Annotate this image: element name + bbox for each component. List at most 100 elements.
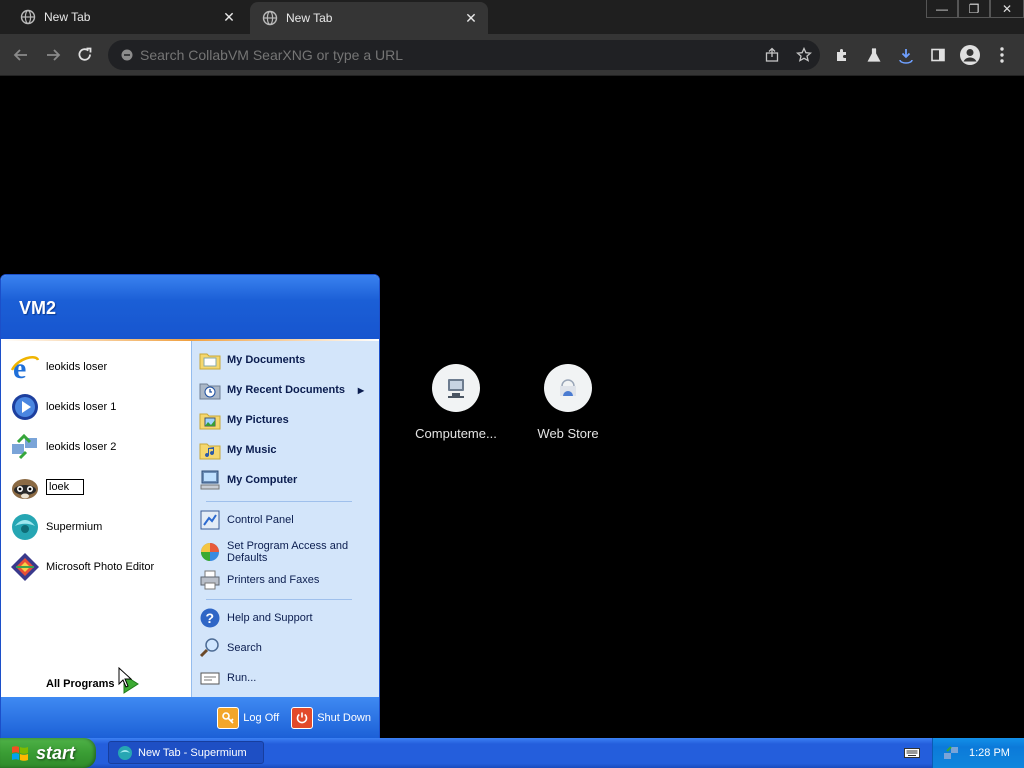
power-icon (291, 707, 314, 729)
shortcut-label: Web Store (537, 426, 599, 441)
forward-icon[interactable] (40, 42, 66, 68)
taskbar-item-supermium[interactable]: New Tab - Supermium (108, 741, 264, 764)
item-label: Run... (227, 672, 257, 684)
tab-2-close-icon[interactable]: ✕ (462, 9, 480, 27)
log-off-button[interactable]: Log Off (217, 707, 279, 729)
tab-1-close-icon[interactable]: ✕ (220, 8, 238, 26)
share-icon[interactable] (756, 40, 788, 70)
profile-avatar-icon[interactable] (958, 43, 982, 67)
program-label: leokids loser 2 (46, 441, 117, 453)
network-icon[interactable] (943, 745, 959, 761)
close-window-icon[interactable]: ✕ (990, 0, 1024, 18)
shortcut-label: Computeme... (415, 426, 497, 441)
taskbar: start New Tab - Supermium 1:28 PM (0, 738, 1024, 768)
supermium-icon (118, 745, 132, 760)
svg-text:?: ? (206, 610, 215, 626)
tab-1-title: New Tab (44, 10, 91, 24)
folder-documents-icon (198, 348, 222, 372)
tab-1[interactable]: New Tab ✕ (8, 0, 246, 34)
shortcut-web-store[interactable]: Web Store (513, 364, 623, 441)
places-pane: My Documents My Recent Documents ▶ My Pi… (191, 341, 379, 699)
address-input[interactable] (140, 47, 756, 63)
place-my-pictures[interactable]: My Pictures (198, 407, 374, 433)
start-menu-header: VM2 (1, 275, 379, 339)
clock[interactable]: 1:28 PM (969, 747, 1010, 759)
program-renaming[interactable] (9, 469, 187, 505)
computer-icon (432, 364, 480, 412)
submenu-arrow-icon: ▶ (357, 385, 364, 395)
address-bar[interactable] (108, 40, 820, 70)
network-wizard-icon (9, 431, 41, 463)
program-label: loekids loser 1 (46, 401, 117, 413)
shut-down-button[interactable]: Shut Down (291, 707, 371, 729)
site-info-icon[interactable] (120, 48, 134, 62)
item-label: Set Program Access and Defaults (227, 540, 349, 564)
program-microsoft-photo-editor[interactable]: Microsoft Photo Editor (9, 549, 187, 585)
places-divider (206, 501, 352, 502)
item-label: Printers and Faxes (227, 574, 320, 586)
side-panel-icon[interactable] (926, 43, 950, 67)
raccoon-icon (9, 471, 41, 503)
bookmark-star-icon[interactable] (788, 40, 820, 70)
item-printers-and-faxes[interactable]: Printers and Faxes (198, 567, 374, 593)
system-divider (206, 599, 352, 600)
program-leokids-loser-2[interactable]: leokids loser 2 (9, 429, 187, 465)
browser-toolbar (0, 34, 1024, 76)
search-icon (198, 636, 222, 660)
item-search[interactable]: Search (198, 635, 374, 661)
supermium-icon (9, 511, 41, 543)
rename-field[interactable] (46, 479, 84, 495)
start-menu: VM2 e leokids loser loekids loser 1 leok… (0, 274, 380, 740)
start-label: start (36, 742, 76, 763)
minimize-icon[interactable]: — (926, 0, 958, 18)
program-supermium[interactable]: Supermium (9, 509, 187, 545)
internet-explorer-icon: e (9, 351, 41, 383)
labs-flask-icon[interactable] (862, 43, 886, 67)
place-label: My Recent Documents (227, 384, 345, 396)
item-help-and-support[interactable]: ? Help and Support (198, 605, 374, 631)
my-computer-icon (198, 468, 222, 492)
log-off-label: Log Off (243, 712, 280, 724)
place-my-recent-documents[interactable]: My Recent Documents ▶ (198, 377, 374, 403)
folder-music-icon (198, 438, 222, 462)
extensions-icon[interactable] (830, 43, 854, 67)
run-icon (198, 666, 222, 690)
download-icon[interactable] (894, 43, 918, 67)
tab-strip: New Tab ✕ New Tab ✕ — ❐ ✕ (0, 0, 1024, 34)
tab-2-title: New Tab (286, 11, 333, 25)
place-label: My Computer (227, 474, 298, 486)
program-label: leokids loser (46, 361, 108, 373)
globe-icon (20, 9, 36, 25)
shortcut-computer[interactable]: Computeme... (401, 364, 511, 441)
place-label: My Documents (227, 354, 306, 366)
tab-2[interactable]: New Tab ✕ (250, 2, 488, 34)
user-name: VM2 (19, 297, 57, 318)
taskbar-item-label: New Tab - Supermium (138, 746, 247, 759)
printer-icon (198, 568, 222, 592)
program-loekids-loser-1[interactable]: loekids loser 1 (9, 389, 187, 425)
item-set-program-access[interactable]: Set Program Access and Defaults (198, 537, 374, 567)
place-label: My Pictures (227, 414, 289, 426)
item-control-panel[interactable]: Control Panel (198, 507, 374, 533)
place-label: My Music (227, 444, 277, 456)
place-my-computer[interactable]: My Computer (198, 467, 374, 493)
start-button[interactable]: start (0, 738, 96, 768)
windows-flag-icon (12, 746, 28, 761)
program-leokids-loser[interactable]: e leokids loser (9, 349, 187, 385)
reload-icon[interactable] (72, 42, 98, 68)
photo-editor-icon (9, 551, 41, 583)
item-label: Help and Support (227, 612, 313, 624)
shut-down-label: Shut Down (317, 712, 371, 724)
mouse-cursor-icon (118, 667, 132, 688)
item-label: Control Panel (227, 514, 294, 526)
program-access-icon (198, 540, 222, 564)
recent-documents-icon (198, 378, 222, 402)
back-icon[interactable] (8, 42, 34, 68)
restore-icon[interactable]: ❐ (958, 0, 990, 18)
menu-kebab-icon[interactable] (990, 43, 1014, 67)
place-my-documents[interactable]: My Documents (198, 347, 374, 373)
item-run[interactable]: Run... (198, 665, 374, 691)
program-label: Supermium (46, 521, 103, 533)
keyboard-icon[interactable] (904, 746, 920, 760)
place-my-music[interactable]: My Music (198, 437, 374, 463)
